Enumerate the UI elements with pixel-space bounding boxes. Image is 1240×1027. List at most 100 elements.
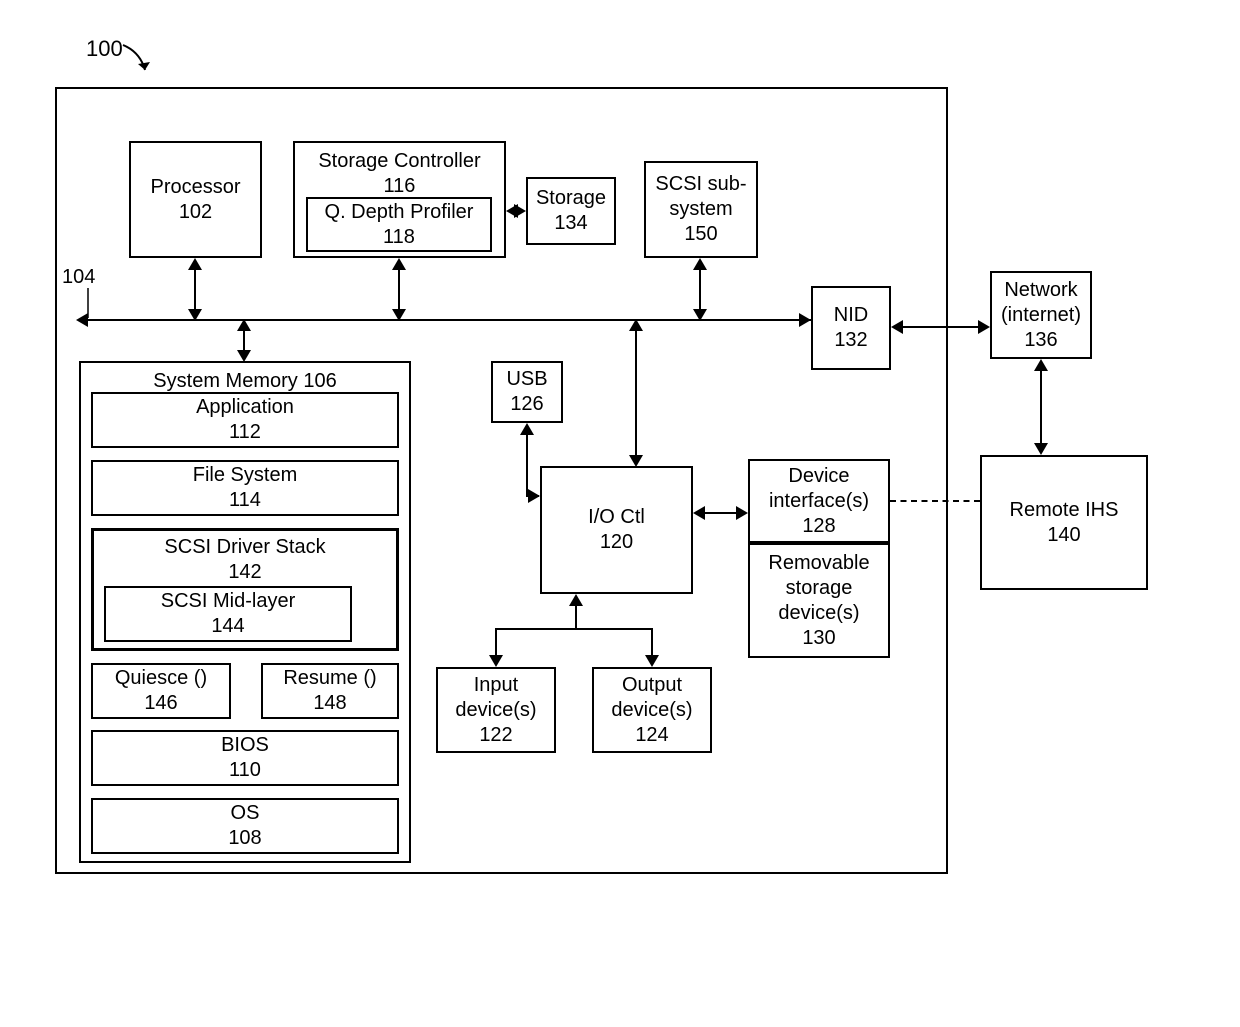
arrow-down-icon: [237, 350, 251, 362]
application-block: Application 112: [91, 392, 399, 448]
scsi-driver-stack-num: 142: [228, 560, 261, 585]
output-devices-num: 124: [635, 723, 668, 748]
ioctl-devint-connector: [705, 512, 736, 514]
device-interfaces-label: Device interface(s): [750, 464, 888, 514]
os-block: OS 108: [91, 798, 399, 854]
devint-remote-dashed: [890, 500, 980, 502]
bus-arrow-right-icon: [799, 313, 811, 327]
output-branch-v: [651, 628, 653, 656]
arrow-up-icon: [1034, 359, 1048, 371]
output-devices-block: Output device(s) 124: [592, 667, 712, 753]
input-devices-label: Input device(s): [438, 673, 554, 723]
arrow-right-icon: [514, 204, 526, 218]
arrow-down-icon: [489, 655, 503, 667]
nid-network-connector: [903, 326, 978, 328]
network-label: Network (internet): [992, 278, 1090, 328]
arrow-right-icon: [528, 489, 540, 503]
arrow-up-icon: [629, 319, 643, 331]
io-ctl-num: 120: [600, 530, 633, 555]
bus-label: 104: [62, 266, 95, 289]
io-ctl-label: I/O Ctl: [588, 505, 645, 530]
remote-ihs-block: Remote IHS 140: [980, 455, 1148, 590]
scsi-driver-stack-label: SCSI Driver Stack: [164, 535, 325, 560]
os-num: 108: [228, 826, 261, 851]
arrow-up-icon: [520, 423, 534, 435]
usb-ioctl-v: [526, 434, 528, 496]
storage-block: Storage 134: [526, 177, 616, 245]
application-num: 112: [229, 420, 261, 445]
bios-block: BIOS 110: [91, 730, 399, 786]
nid-num: 132: [834, 328, 867, 353]
nid-label: NID: [834, 303, 868, 328]
figure-number-label: 100: [86, 36, 123, 62]
device-interfaces-num: 128: [802, 514, 835, 539]
ioctl-down-connector: [575, 605, 577, 628]
file-system-label: File System: [193, 463, 297, 488]
scsi-mid-layer-block: SCSI Mid-layer 144: [104, 586, 352, 642]
q-depth-profiler-block: Q. Depth Profiler 118: [306, 197, 492, 252]
ioctl-bus-connector: [635, 330, 637, 455]
arrow-down-icon: [1034, 443, 1048, 455]
storage-controller-num: 116: [384, 174, 416, 199]
usb-label: USB: [506, 367, 547, 392]
q-depth-profiler-label: Q. Depth Profiler: [325, 200, 474, 225]
storage-num: 134: [554, 211, 587, 236]
resume-block: Resume () 148: [261, 663, 399, 719]
storage-controller-label: Storage Controller: [318, 149, 480, 174]
input-devices-num: 122: [479, 723, 512, 748]
quiesce-num: 146: [144, 691, 177, 716]
remote-ihs-num: 140: [1047, 523, 1080, 548]
arrow-up-icon: [693, 258, 707, 270]
scsi-subsystem-label: SCSI sub-system: [646, 172, 756, 222]
removable-storage-num: 130: [802, 626, 835, 651]
io-ctl-block: I/O Ctl 120: [540, 466, 693, 594]
remote-ihs-label: Remote IHS: [1010, 498, 1119, 523]
input-branch-v: [495, 628, 497, 656]
scsi-mid-layer-label: SCSI Mid-layer: [161, 589, 295, 614]
output-devices-label: Output device(s): [594, 673, 710, 723]
scsi-bus-connector: [699, 270, 701, 309]
network-remote-connector: [1040, 371, 1042, 443]
arrow-up-icon: [188, 258, 202, 270]
os-label: OS: [231, 801, 260, 826]
usb-num: 126: [510, 392, 543, 417]
device-interfaces-block: Device interface(s) 128: [748, 459, 890, 543]
removable-storage-block: Removable storage device(s) 130: [748, 543, 890, 658]
network-num: 136: [1024, 328, 1057, 353]
system-memory-label: System Memory 106: [153, 369, 336, 394]
arrow-up-icon: [392, 258, 406, 270]
arrow-down-icon: [392, 309, 406, 321]
storage-controller-bus-connector: [398, 270, 400, 309]
arrow-down-icon: [693, 309, 707, 321]
bios-label: BIOS: [221, 733, 269, 758]
processor-bus-connector: [194, 270, 196, 309]
scsi-subsystem-block: SCSI sub-system 150: [644, 161, 758, 258]
application-label: Application: [196, 395, 294, 420]
nid-block: NID 132: [811, 286, 891, 370]
arrow-right-icon: [978, 320, 990, 334]
input-devices-block: Input device(s) 122: [436, 667, 556, 753]
processor-num: 102: [179, 200, 212, 225]
network-block: Network (internet) 136: [990, 271, 1092, 359]
arrow-up-icon: [237, 319, 251, 331]
arrow-left-icon: [891, 320, 903, 334]
removable-storage-label: Removable storage device(s): [750, 551, 888, 626]
file-system-block: File System 114: [91, 460, 399, 516]
usb-block: USB 126: [491, 361, 563, 423]
ioctl-branch-h: [495, 628, 653, 630]
arrow-down-icon: [188, 309, 202, 321]
sysmem-bus-connector: [243, 330, 245, 351]
scsi-mid-layer-num: 144: [211, 614, 244, 639]
bus-arrow-left-icon: [76, 313, 88, 327]
arrow-right-icon: [736, 506, 748, 520]
arrow-left-icon: [693, 506, 705, 520]
quiesce-label: Quiesce (): [115, 666, 207, 691]
processor-block: Processor 102: [129, 141, 262, 258]
arrow-up-icon: [569, 594, 583, 606]
q-depth-profiler-num: 118: [383, 225, 415, 250]
file-system-num: 114: [229, 488, 261, 513]
resume-label: Resume (): [283, 666, 376, 691]
storage-label: Storage: [536, 186, 606, 211]
resume-num: 148: [313, 691, 346, 716]
arrow-down-icon: [645, 655, 659, 667]
